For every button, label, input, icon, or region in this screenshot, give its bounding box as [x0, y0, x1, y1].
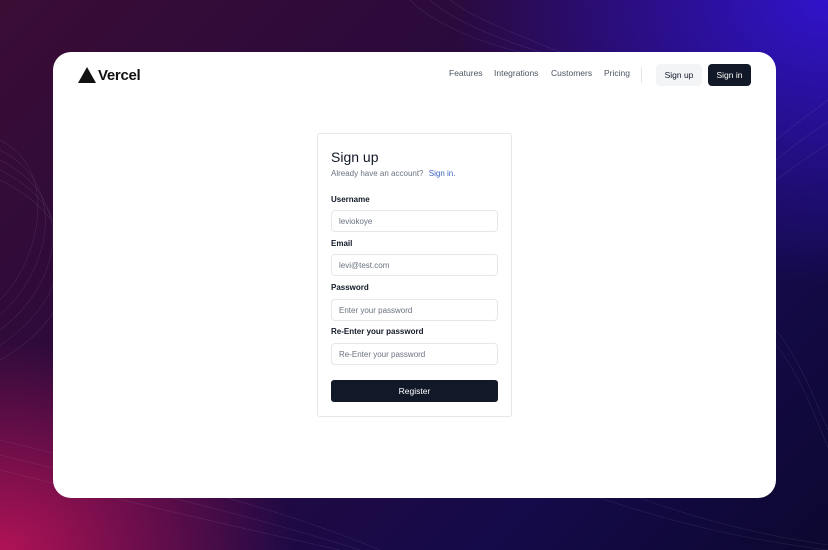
register-button[interactable]: Register: [331, 380, 498, 402]
password-input[interactable]: [331, 299, 498, 321]
nav-link-features[interactable]: Features: [449, 68, 483, 78]
app-window: Vercel Features Integrations Customers P…: [53, 52, 776, 498]
password-label: Password: [331, 283, 369, 292]
top-navbar: Vercel Features Integrations Customers P…: [53, 52, 776, 98]
username-label: Username: [331, 195, 370, 204]
nav-link-pricing[interactable]: Pricing: [604, 68, 630, 78]
confirm-password-label: Re-Enter your password: [331, 327, 424, 336]
signup-subtitle: Already have an account? Sign in.: [331, 169, 455, 178]
email-label: Email: [331, 239, 353, 248]
signup-title: Sign up: [331, 149, 379, 165]
nav-link-customers[interactable]: Customers: [551, 68, 592, 78]
signup-card: Sign up Already have an account? Sign in…: [317, 133, 512, 417]
signup-subtitle-text: Already have an account?: [331, 169, 424, 178]
brand-logo[interactable]: Vercel: [78, 66, 141, 84]
nav-signup-button[interactable]: Sign up: [656, 64, 702, 86]
nav-signin-button[interactable]: Sign in: [708, 64, 751, 86]
signin-link[interactable]: Sign in.: [429, 169, 456, 178]
confirm-password-input[interactable]: [331, 343, 498, 365]
brand-name: Vercel: [98, 66, 141, 84]
nav-link-integrations[interactable]: Integrations: [494, 68, 538, 78]
vercel-triangle-icon: [78, 67, 96, 83]
username-input[interactable]: [331, 210, 498, 232]
email-input[interactable]: [331, 254, 498, 276]
nav-divider: [641, 67, 642, 83]
